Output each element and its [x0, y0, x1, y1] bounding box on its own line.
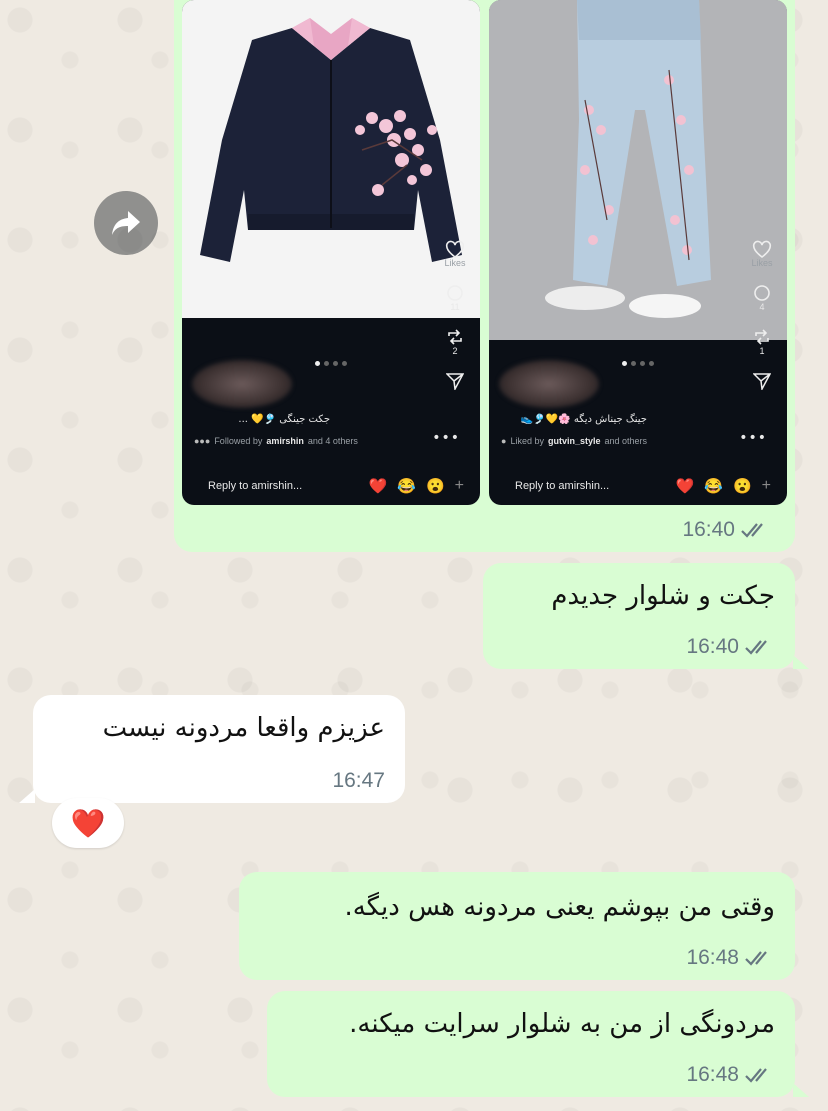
message-meta: 16:48 [686, 1063, 775, 1087]
reposts-count: 2 [452, 346, 458, 356]
outgoing-message-bubble[interactable]: مردونگی از من به شلوار سرایت میکنه. 16:4… [267, 991, 795, 1097]
post-side-actions: Likes 4 1 [747, 240, 777, 390]
social-username: gutvin_style [547, 436, 601, 446]
message-reaction[interactable]: ❤️ [52, 798, 124, 848]
instagram-post-card-jacket[interactable]: Likes 11 2 جکت جینگی 🎐💛 ... ●●● Followed… [182, 0, 480, 505]
forward-arrow-icon [112, 211, 140, 235]
repost-icon[interactable] [446, 328, 464, 346]
message-meta: 16:48 [686, 946, 775, 970]
double-check-icon [745, 640, 767, 655]
post-caption: جینگ جیناش دیگه 🌸💛🎐👟 [520, 414, 647, 425]
repost-icon[interactable] [753, 328, 771, 346]
blurred-profile [499, 360, 599, 408]
heart-reaction-icon[interactable]: ❤️ [369, 477, 388, 495]
mini-avatars-icon: ●●● [194, 436, 211, 446]
likes-label: Likes [444, 258, 466, 268]
message-text: عزیزم واقعا مردونه نیست [102, 713, 385, 743]
laugh-reaction-icon[interactable]: 😂 [397, 477, 416, 495]
plus-icon[interactable]: + [762, 477, 771, 495]
mini-avatar-icon: ● [501, 436, 507, 446]
more-options-icon[interactable]: ••• [739, 430, 767, 446]
plus-icon[interactable]: + [455, 477, 464, 495]
jacket-photo [182, 0, 480, 318]
heart-reaction-icon: ❤️ [70, 806, 106, 840]
heart-reaction-icon[interactable]: ❤️ [676, 477, 695, 495]
quick-reactions: ❤️ 😂 😮 + [676, 477, 771, 495]
pants-photo [489, 0, 787, 340]
reply-placeholder: Reply to amirshin... [515, 480, 610, 492]
message-time: 16:40 [686, 635, 739, 658]
message-time: 16:48 [686, 1063, 739, 1086]
reply-bar[interactable]: Reply to amirshin... ❤️ 😂 😮 + [499, 471, 777, 501]
outgoing-message-bubble[interactable]: جکت و شلوار جدیدم 16:40 [483, 563, 795, 669]
post-caption: جکت جینگی 🎐💛 ... [238, 414, 330, 425]
heart-outline-icon[interactable] [445, 240, 465, 258]
liked-by-row: ● Liked by gutvin_style and others [501, 436, 648, 446]
bubble-tail [793, 655, 809, 669]
outgoing-message-bubble[interactable]: وقتی من بپوشم یعنی مردونه هس دیگه. 16:48 [239, 872, 795, 980]
reposts-count: 1 [759, 346, 765, 356]
reply-placeholder: Reply to amirshin... [208, 480, 303, 492]
forward-button[interactable] [94, 191, 158, 255]
comment-icon[interactable] [446, 284, 464, 302]
message-meta: 16:40 [686, 635, 775, 659]
more-options-icon[interactable]: ••• [432, 430, 460, 446]
social-username: amirshin [266, 436, 304, 446]
blurred-profile [192, 360, 292, 408]
message-text: جکت و شلوار جدیدم [551, 581, 775, 611]
share-send-icon[interactable] [753, 372, 771, 390]
message-meta: 16:40 [682, 518, 771, 542]
double-check-icon [745, 951, 767, 966]
message-time: 16:40 [682, 518, 735, 541]
message-text: مردونگی از من به شلوار سرایت میکنه. [349, 1009, 775, 1039]
comments-count: 11 [450, 302, 460, 312]
likes-label: Likes [751, 258, 773, 268]
comment-icon[interactable] [753, 284, 771, 302]
wow-reaction-icon[interactable]: 😮 [733, 477, 752, 495]
followed-by-row: ●●● Followed by amirshin and 4 others [194, 436, 358, 446]
wow-reaction-icon[interactable]: 😮 [426, 477, 445, 495]
message-time: 16:47 [332, 769, 385, 792]
message-meta: 16:47 [332, 769, 385, 793]
message-text: وقتی من بپوشم یعنی مردونه هس دیگه. [344, 892, 775, 922]
double-check-icon [745, 1068, 767, 1083]
double-check-icon [741, 523, 763, 538]
share-send-icon[interactable] [446, 372, 464, 390]
laugh-reaction-icon[interactable]: 😂 [704, 477, 723, 495]
message-time: 16:48 [686, 946, 739, 969]
heart-outline-icon[interactable] [752, 240, 772, 258]
bubble-tail [19, 789, 35, 803]
incoming-message-bubble[interactable]: عزیزم واقعا مردونه نیست 16:47 [33, 695, 405, 803]
media-message-bubble[interactable]: Likes 11 2 جکت جینگی 🎐💛 ... ●●● Followed… [174, 0, 795, 552]
bubble-tail [793, 1083, 809, 1097]
post-side-actions: Likes 11 2 [440, 240, 470, 390]
quick-reactions: ❤️ 😂 😮 + [369, 477, 464, 495]
instagram-post-card-pants[interactable]: Likes 4 1 جینگ جیناش دیگه 🌸💛🎐👟 ● Liked b… [489, 0, 787, 505]
comments-count: 4 [759, 302, 765, 312]
reply-bar[interactable]: Reply to amirshin... ❤️ 😂 😮 + [192, 471, 470, 501]
